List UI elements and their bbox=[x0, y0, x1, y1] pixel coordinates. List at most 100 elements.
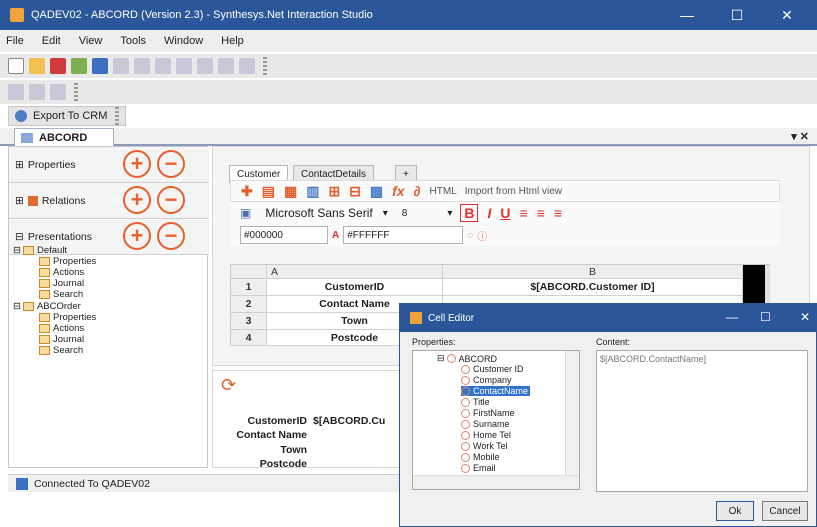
fill-color-icon[interactable]: A bbox=[332, 230, 339, 241]
dialog-close-button[interactable]: ✕ bbox=[800, 310, 810, 324]
export-to-crm-button[interactable]: Export To CRM bbox=[8, 106, 127, 126]
chart-icon[interactable]: ▩ bbox=[370, 183, 383, 200]
size-arrow-icon[interactable]: ▾ bbox=[447, 208, 452, 219]
tree-node-abcorder[interactable]: ⊟ ABCOrder bbox=[13, 301, 81, 312]
new-icon[interactable] bbox=[8, 58, 24, 74]
tree-item[interactable]: FirstName bbox=[461, 408, 515, 418]
grid-cell[interactable]: $[ABCORD.Customer ID] bbox=[443, 279, 743, 296]
settings-icon[interactable] bbox=[50, 84, 66, 100]
back-color-select[interactable]: #FFFFFF bbox=[343, 226, 464, 244]
font-size-select[interactable]: 8 bbox=[402, 208, 408, 219]
tree-item-selected[interactable]: ContactName bbox=[461, 386, 531, 396]
clear-format-icon[interactable]: ◌ bbox=[467, 230, 473, 241]
menu-help[interactable]: Help bbox=[221, 35, 244, 47]
expander-icon[interactable]: ⊞ bbox=[15, 195, 24, 207]
paste-icon[interactable] bbox=[155, 58, 171, 74]
bold-button[interactable]: B bbox=[460, 204, 479, 222]
tree-node-properties[interactable]: Properties bbox=[39, 256, 96, 267]
properties-tree[interactable]: ⊟ ABCORD Customer ID Company ContactName … bbox=[412, 350, 580, 490]
tree-node-journal[interactable]: Journal bbox=[39, 334, 84, 345]
delete-column-icon[interactable]: ⊟ bbox=[349, 183, 361, 200]
cut-icon[interactable] bbox=[113, 58, 129, 74]
open-icon[interactable] bbox=[29, 58, 45, 74]
toolbar-grip[interactable] bbox=[263, 57, 267, 75]
remove-icon[interactable]: − bbox=[157, 150, 185, 178]
toolbar-grip[interactable] bbox=[115, 107, 120, 125]
row-header[interactable]: 2 bbox=[231, 296, 267, 313]
tree-item[interactable]: Title bbox=[461, 397, 490, 407]
info-icon[interactable]: ⓘ bbox=[477, 228, 487, 243]
insert-row-icon[interactable]: ✚ bbox=[241, 183, 253, 200]
menu-edit[interactable]: Edit bbox=[42, 35, 61, 47]
corner-cell[interactable] bbox=[231, 265, 267, 279]
cancel-button[interactable]: Cancel bbox=[762, 501, 808, 521]
italic-button[interactable]: I bbox=[487, 205, 491, 221]
tree-node-search[interactable]: Search bbox=[39, 345, 83, 356]
save-icon[interactable] bbox=[92, 58, 108, 74]
redo-icon[interactable] bbox=[197, 58, 213, 74]
row-header[interactable]: 3 bbox=[231, 313, 267, 330]
import-html-button[interactable]: Import from Html view bbox=[465, 186, 562, 197]
tree-item[interactable]: Home Tel bbox=[461, 430, 511, 440]
tree-item[interactable]: Surname bbox=[461, 419, 510, 429]
underline-button[interactable]: U bbox=[500, 205, 510, 221]
add-icon[interactable]: + bbox=[123, 150, 151, 178]
close-button[interactable]: ✕ bbox=[765, 0, 809, 30]
grid-cell[interactable]: CustomerID bbox=[267, 279, 443, 296]
delete-icon[interactable] bbox=[50, 58, 66, 74]
row-header[interactable]: 4 bbox=[231, 330, 267, 346]
link-icon[interactable]: ∂ bbox=[414, 183, 421, 199]
tree-vertical-scrollbar[interactable] bbox=[565, 351, 579, 475]
remove-icon[interactable]: − bbox=[157, 186, 185, 214]
fore-color-select[interactable]: #000000 bbox=[240, 226, 328, 244]
align-right-icon[interactable]: ≡ bbox=[554, 205, 562, 221]
dialog-minimize-button[interactable]: — bbox=[726, 310, 738, 324]
preview-icon[interactable] bbox=[29, 84, 45, 100]
content-textbox[interactable]: $[ABCORD.ContactName] bbox=[596, 350, 808, 492]
add-icon[interactable]: + bbox=[123, 186, 151, 214]
tree-node-actions[interactable]: Actions bbox=[39, 267, 84, 278]
column-header[interactable]: A bbox=[267, 265, 443, 279]
table-icon[interactable]: ▥ bbox=[306, 183, 319, 200]
align-left-icon[interactable]: ≡ bbox=[519, 205, 527, 221]
maximize-button[interactable]: ☐ bbox=[715, 0, 759, 30]
copy-format-icon[interactable]: ▤ bbox=[262, 183, 275, 200]
tree-root-abcord[interactable]: ⊟ ABCORD bbox=[437, 353, 497, 364]
print-icon[interactable] bbox=[8, 84, 24, 100]
column-header[interactable]: B bbox=[443, 265, 743, 279]
copy-icon[interactable] bbox=[134, 58, 150, 74]
tree-item[interactable]: Mobile bbox=[461, 452, 500, 462]
tree-node-actions[interactable]: Actions bbox=[39, 323, 84, 334]
menu-window[interactable]: Window bbox=[164, 35, 203, 47]
tree-node-default[interactable]: ⊟ Default bbox=[13, 245, 67, 256]
tree-item[interactable]: Email bbox=[461, 463, 496, 473]
add-icon[interactable] bbox=[71, 58, 87, 74]
find-icon[interactable] bbox=[218, 58, 234, 74]
menu-tools[interactable]: Tools bbox=[120, 35, 146, 47]
html-button[interactable]: HTML bbox=[430, 186, 457, 197]
insert-column-icon[interactable]: ⊞ bbox=[328, 183, 340, 200]
align-center-icon[interactable]: ≡ bbox=[537, 205, 545, 221]
function-icon[interactable]: fx bbox=[392, 183, 404, 199]
undo-icon[interactable] bbox=[176, 58, 192, 74]
font-arrow-icon[interactable]: ▾ bbox=[383, 208, 388, 219]
tree-item[interactable]: Work Tel bbox=[461, 441, 508, 451]
menu-view[interactable]: View bbox=[79, 35, 103, 47]
tree-node-search[interactable]: Search bbox=[39, 289, 83, 300]
tab-abcord[interactable]: ABCORD bbox=[14, 128, 114, 146]
expander-icon[interactable]: ⊞ bbox=[15, 159, 24, 171]
dialog-maximize-button[interactable]: ☐ bbox=[760, 310, 771, 324]
ok-button[interactable]: Ok bbox=[716, 501, 754, 521]
section-properties[interactable]: ⊞ Properties + − bbox=[9, 147, 209, 183]
tree-item[interactable]: Customer ID bbox=[461, 364, 524, 374]
toolbar-grip[interactable] bbox=[74, 83, 78, 101]
replace-icon[interactable] bbox=[239, 58, 255, 74]
section-relations[interactable]: ⊞ Relations + − bbox=[9, 183, 209, 219]
paste-format-icon[interactable]: ▦ bbox=[284, 183, 297, 200]
minimize-button[interactable]: — bbox=[665, 0, 709, 30]
refresh-icon[interactable]: ⟳ bbox=[221, 375, 236, 396]
tab-controls[interactable]: ▾ ✕ bbox=[791, 130, 809, 143]
tree-node-properties[interactable]: Properties bbox=[39, 312, 96, 323]
menu-file[interactable]: File bbox=[6, 35, 24, 47]
expander-icon[interactable]: ⊟ bbox=[15, 231, 24, 243]
